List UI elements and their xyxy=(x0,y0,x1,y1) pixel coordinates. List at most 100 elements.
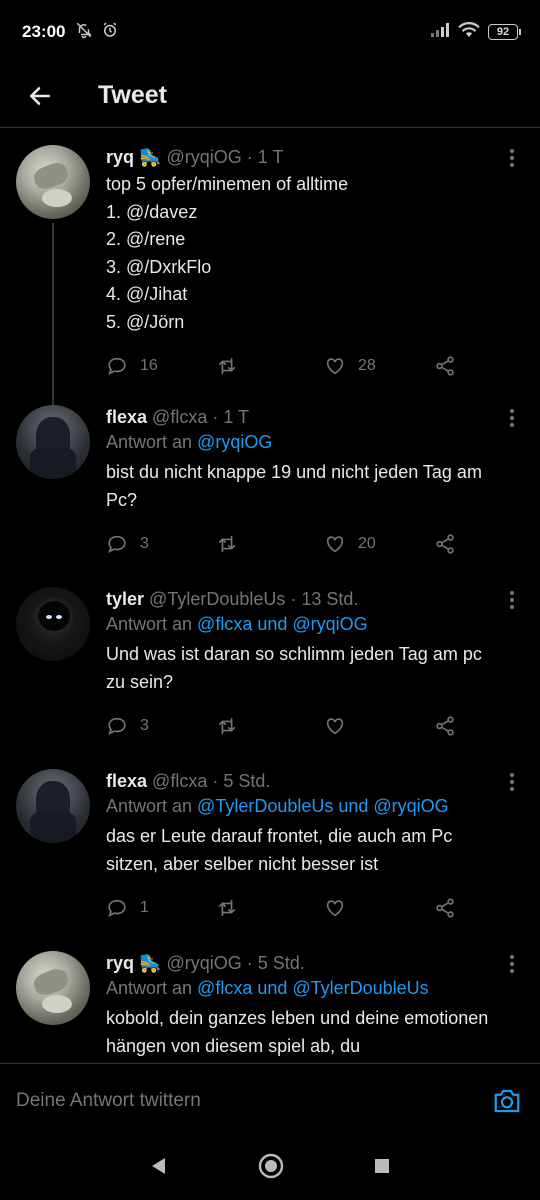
tweet-item[interactable]: ryq 🛼 @ryqiOG · 5 Std. Antwort an @flcxa… xyxy=(0,935,540,1061)
retweet-icon xyxy=(218,357,236,375)
tweet-actions: 1 xyxy=(106,882,496,934)
more-options-icon[interactable] xyxy=(510,591,516,612)
status-time: 23:00 xyxy=(22,22,66,41)
avatar-ryq[interactable] xyxy=(16,951,90,1025)
tweet-text: Und was ist daran so schlimm jeden Tag a… xyxy=(106,644,482,692)
status-bar: 23:00 92 xyxy=(0,0,540,64)
like-button[interactable]: 28 xyxy=(324,355,434,377)
triangle-back-icon xyxy=(152,1158,165,1174)
more-options-icon[interactable] xyxy=(510,409,516,430)
reply-button[interactable]: 3 xyxy=(106,533,216,555)
tweet-item[interactable]: tyler @TylerDoubleUs · 13 Std. Antwort a… xyxy=(0,571,540,753)
nav-back-button[interactable] xyxy=(149,1156,169,1181)
more-options-icon[interactable] xyxy=(510,773,516,794)
share-icon xyxy=(436,716,454,736)
reply-prefix: Antwort an xyxy=(106,614,198,634)
avatar-flexa[interactable] xyxy=(16,405,90,479)
reply-mention[interactable]: @ryqiOG xyxy=(197,432,272,452)
more-options-icon[interactable] xyxy=(510,955,516,976)
share-icon xyxy=(436,356,454,376)
reply-composer xyxy=(0,1063,540,1137)
reply-button[interactable]: 1 xyxy=(106,897,216,919)
retweet-icon xyxy=(218,899,236,917)
badge-icon: 🛼 xyxy=(139,147,162,167)
tweet-actions: 3 20 xyxy=(106,518,496,570)
reply-input[interactable] xyxy=(16,1089,456,1112)
signal-icon xyxy=(430,22,450,43)
more-options-icon[interactable] xyxy=(510,149,516,170)
reply-context: Antwort an @TylerDoubleUs und @ryqiOG xyxy=(106,793,496,819)
tweet-text: top 5 opfer/minemen of alltime 1. @/dave… xyxy=(106,174,349,332)
tweet-actions: 3 xyxy=(106,700,496,752)
retweet-icon xyxy=(218,535,236,553)
like-button[interactable]: 20 xyxy=(324,533,434,555)
nav-home-button[interactable] xyxy=(257,1152,285,1185)
camera-button[interactable] xyxy=(490,1084,524,1118)
circle-home-icon xyxy=(258,1153,284,1179)
tweet-text: kobold, dein ganzes leben und deine emot… xyxy=(106,1008,489,1056)
reply-icon xyxy=(108,899,126,917)
author-name[interactable]: tyler xyxy=(106,589,144,609)
avatar-ryq[interactable] xyxy=(16,145,90,219)
heart-icon xyxy=(326,536,344,553)
tweet-time: · 5 Std. xyxy=(246,953,305,973)
author-handle: @flcxa xyxy=(152,771,208,791)
reply-mention[interactable]: @flcxa und @ryqiOG xyxy=(197,614,368,634)
top-app-bar: Tweet xyxy=(0,64,540,128)
reply-prefix: Antwort an xyxy=(106,432,198,452)
retweet-button[interactable] xyxy=(216,715,324,737)
arrow-left-icon xyxy=(30,86,50,105)
reply-context: Antwort an @flcxa und @TylerDoubleUs xyxy=(106,975,496,1001)
reply-mention[interactable]: @TylerDoubleUs und @ryqiOG xyxy=(197,796,449,816)
author-name[interactable]: ryq xyxy=(106,953,134,973)
alarm-icon xyxy=(101,21,119,44)
camera-icon xyxy=(494,1089,520,1112)
reply-mention[interactable]: @flcxa und @TylerDoubleUs xyxy=(197,978,429,998)
tweet-text: bist du nicht knappe 19 und nicht jeden … xyxy=(106,462,482,510)
retweet-icon xyxy=(218,717,236,735)
back-button[interactable] xyxy=(20,76,60,116)
tweet-text: das er Leute darauf frontet, die auch am… xyxy=(106,826,453,874)
reply-icon xyxy=(108,535,126,553)
share-button[interactable] xyxy=(434,533,464,555)
retweet-button[interactable] xyxy=(216,355,324,377)
badge-icon: 🛼 xyxy=(139,953,162,973)
tweet-time: · 1 T xyxy=(212,407,250,427)
reply-prefix: Antwort an xyxy=(106,796,198,816)
reply-button[interactable]: 3 xyxy=(106,715,216,737)
share-button[interactable] xyxy=(434,715,464,737)
avatar-flexa[interactable] xyxy=(16,769,90,843)
like-button[interactable] xyxy=(324,897,434,919)
battery-icon: 92 xyxy=(488,24,521,40)
tweet-item[interactable]: flexa @flcxa · 5 Std. Antwort an @TylerD… xyxy=(0,753,540,935)
reply-prefix: Antwort an xyxy=(106,978,198,998)
tweet-item[interactable]: flexa @flcxa · 1 T Antwort an @ryqiOG bi… xyxy=(0,389,540,571)
share-button[interactable] xyxy=(434,897,464,919)
author-name[interactable]: flexa xyxy=(106,771,147,791)
author-name[interactable]: ryq xyxy=(106,147,134,167)
tweet-time: · 1 T xyxy=(246,147,284,167)
reply-count: 16 xyxy=(140,357,158,374)
wifi-icon xyxy=(458,21,480,43)
tweet-actions: 16 28 xyxy=(106,340,496,392)
author-name[interactable]: flexa xyxy=(106,407,147,427)
share-button[interactable] xyxy=(434,355,464,377)
heart-icon xyxy=(326,358,344,375)
reply-count: 3 xyxy=(140,535,149,552)
page-title: Tweet xyxy=(98,81,167,109)
tweet-time: · 5 Std. xyxy=(212,771,271,791)
share-icon xyxy=(436,534,454,554)
like-count: 20 xyxy=(358,535,376,552)
tweet-item[interactable]: ryq 🛼 @ryqiOG · 1 T top 5 opfer/minemen … xyxy=(0,129,540,423)
retweet-button[interactable] xyxy=(216,533,324,555)
tweet-time: · 13 Std. xyxy=(290,589,359,609)
reply-context: Antwort an @flcxa und @ryqiOG xyxy=(106,611,496,637)
like-button[interactable] xyxy=(324,715,434,737)
avatar-tyler[interactable] xyxy=(16,587,90,661)
reply-button[interactable]: 16 xyxy=(106,355,216,377)
retweet-button[interactable] xyxy=(216,897,324,919)
system-navigation-bar xyxy=(0,1137,540,1200)
battery-level: 92 xyxy=(496,26,510,38)
nav-recents-button[interactable] xyxy=(373,1157,391,1180)
heart-icon xyxy=(326,900,344,917)
